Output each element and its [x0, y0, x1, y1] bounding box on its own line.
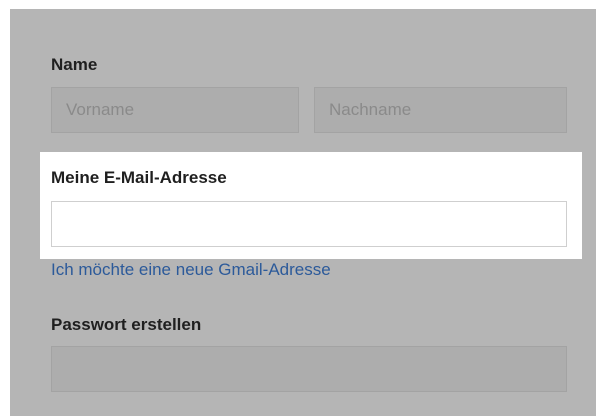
new-gmail-address-link[interactable]: Ich möchte eine neue Gmail-Adresse: [51, 260, 331, 280]
email-label: Meine E-Mail-Adresse: [51, 168, 227, 187]
first-name-input[interactable]: [51, 87, 299, 133]
create-password-label: Passwort erstellen: [51, 315, 202, 334]
password-input[interactable]: [51, 346, 567, 392]
name-label: Name: [51, 55, 98, 74]
last-name-input[interactable]: [314, 87, 567, 133]
email-input[interactable]: [51, 201, 567, 247]
